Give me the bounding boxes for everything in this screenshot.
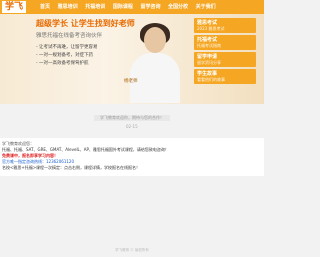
site-logo[interactable]: 学飞 (2, 1, 27, 13)
side-card-subtitle: 看看他们的故事 (197, 77, 225, 82)
nav-item-intl-course[interactable]: 国际课程 (113, 4, 133, 10)
side-card-subtitle: 2023 雅思考试 (197, 26, 225, 31)
main-nav: 首页 雅思培训 托福培训 国际课程 留学咨询 全国分校 关于我们 (40, 3, 222, 10)
nav-item-toefl[interactable]: 托福培训 (85, 4, 105, 10)
banner-side-cards: 雅思考试 2023 雅思考试 托福考试 托福考试指南 留学申请 留学资讯分享 学… (194, 18, 256, 86)
notice-area: 学飞教育欢迎你，期待与您的合作！ 02-15 (0, 110, 264, 134)
nav-item-home[interactable]: 首页 (40, 4, 50, 10)
side-card-ielts[interactable]: 雅思考试 2023 雅思考试 (194, 18, 256, 33)
side-card-title: 学生故事 (197, 71, 218, 77)
top-header: 学飞 首页 雅思培训 托福培训 国际课程 留学咨询 全国分校 关于我们 (0, 0, 264, 14)
side-card-title: 托福考试 (197, 37, 218, 43)
page-footer: 学飞教育 © 版权所有 (115, 248, 149, 252)
side-card-title: 留学申请 (197, 54, 218, 60)
notice-date: 02-15 (126, 124, 138, 129)
side-card-title: 雅思考试 (197, 20, 218, 26)
nav-item-study-abroad[interactable]: 留学咨询 (140, 4, 160, 10)
nav-item-about[interactable]: 关于我们 (196, 4, 216, 10)
panel-line-signup[interactable]: 名校<雅思+托福>课程一次搞定：点击右侧，课程详情，学校报名在线报名！ (2, 165, 140, 171)
side-card-toefl[interactable]: 托福考试 托福考试指南 (194, 35, 256, 50)
teacher-name: 杨老师 (124, 79, 138, 84)
nav-item-ielts[interactable]: 雅思培训 (58, 4, 78, 10)
notice-title-bar: 学飞教育欢迎你，期待与您的合作！ (94, 115, 170, 121)
side-card-subtitle: 留学资讯分享 (197, 60, 221, 65)
message-panel: 学飞教育欢迎您： 托福、托福、SAT、GRE、GMAT、AlevelL、AP、雅… (0, 138, 264, 176)
side-card-subtitle: 托福考试指南 (197, 43, 221, 48)
side-card-study-abroad[interactable]: 留学申请 留学资讯分享 (194, 52, 256, 67)
side-card-stories[interactable]: 学生故事 看看他们的故事 (194, 69, 256, 84)
hero-banner[interactable]: 超级学长 让学生找到好老师 雅思托福在线备考咨询伙伴 - 让考试不再难，让留学更… (0, 14, 264, 104)
teacher-photo (120, 17, 188, 103)
nav-item-branches[interactable]: 全国分校 (168, 4, 188, 10)
